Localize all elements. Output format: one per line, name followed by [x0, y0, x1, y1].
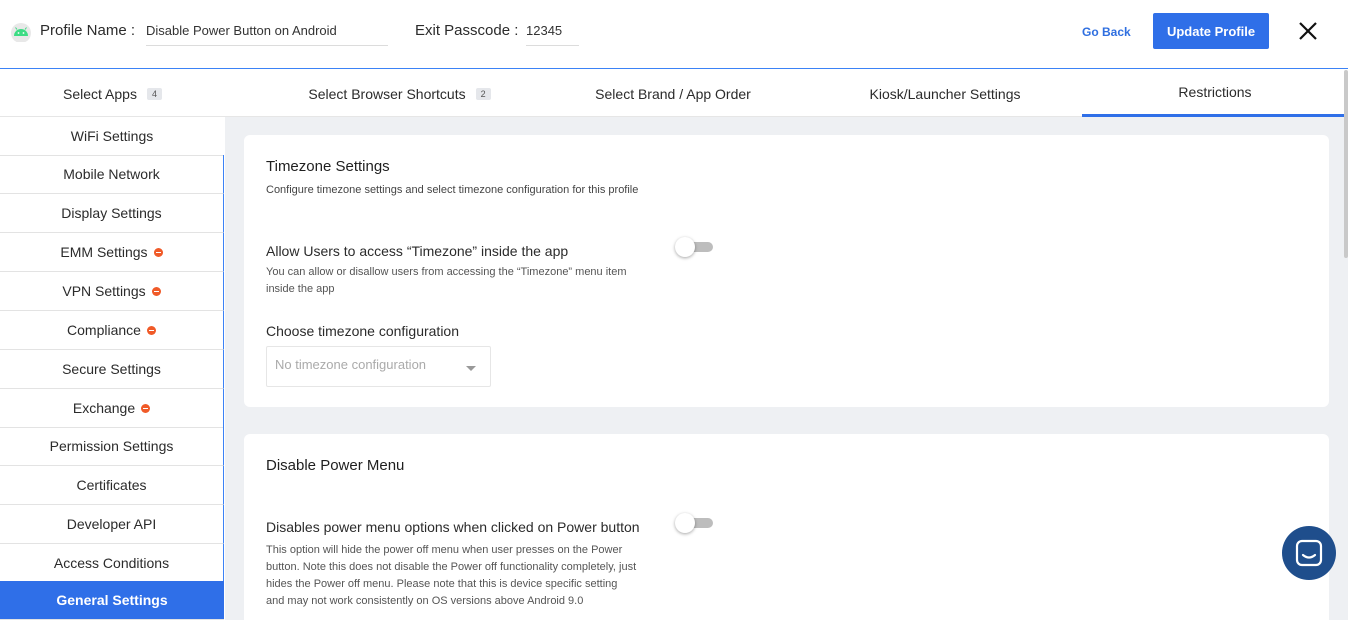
- sidebar-item-permission-settings[interactable]: Permission Settings: [0, 427, 224, 466]
- sidebar-item-secure-settings[interactable]: Secure Settings: [0, 350, 224, 389]
- sidebar-item-label: Access Conditions: [53, 555, 170, 571]
- tab-kiosk-launcher-settings[interactable]: Kiosk/Launcher Settings: [830, 70, 1060, 117]
- sidebar-item-mobile-network[interactable]: Mobile Network: [0, 155, 224, 194]
- timezone-settings-card: Timezone Settings Configure timezone set…: [244, 135, 1329, 407]
- sidebar-item-label: Display Settings: [61, 205, 162, 221]
- sidebar-item-general-settings[interactable]: General Settings: [0, 581, 224, 620]
- chevron-down-icon: [466, 366, 476, 371]
- toggle-knob: [675, 237, 695, 257]
- exit-passcode-label: Exit Passcode :: [415, 22, 519, 39]
- sidebar-item-label: EMM Settings: [60, 244, 148, 260]
- option-description: You can allow or disallow users from acc…: [266, 266, 627, 295]
- tab-count-badge: 2: [475, 87, 491, 100]
- sidebar-item-wifi-settings[interactable]: WiFi Settings: [0, 117, 224, 156]
- warning-icon: [146, 325, 156, 335]
- sidebar-item-label: Mobile Network: [63, 166, 160, 182]
- chat-support-button[interactable]: [1282, 526, 1336, 580]
- sidebar-item-label: General Settings: [56, 592, 168, 608]
- settings-sidebar: WiFi Settings Mobile Network Display Set…: [0, 117, 225, 620]
- android-icon: [11, 23, 31, 42]
- tab-label: Restrictions: [1178, 84, 1252, 100]
- main-content: Timezone Settings Configure timezone set…: [225, 117, 1348, 620]
- profile-header: Profile Name : Disable Power Button on A…: [0, 0, 1348, 69]
- warning-icon: [151, 286, 161, 296]
- tab-select-brand-app-order[interactable]: Select Brand / App Order: [558, 70, 788, 117]
- sidebar-item-compliance[interactable]: Compliance: [0, 311, 224, 350]
- page-scrollbar[interactable]: [1344, 70, 1348, 258]
- sidebar-item-label: Certificates: [76, 477, 147, 493]
- card-title: Disable Power Menu: [266, 457, 405, 474]
- sidebar-item-label: VPN Settings: [62, 283, 146, 299]
- timezone-access-toggle[interactable]: [675, 237, 715, 257]
- tab-label: Select Apps: [63, 85, 137, 102]
- sidebar-item-label: Secure Settings: [62, 361, 161, 377]
- sidebar-item-label: Exchange: [72, 400, 136, 416]
- sidebar-item-developer-api[interactable]: Developer API: [0, 505, 224, 544]
- option-description: This option will hide the power off menu…: [266, 544, 637, 607]
- card-title: Timezone Settings: [266, 158, 390, 175]
- toggle-knob: [675, 513, 695, 533]
- sidebar-item-vpn-settings[interactable]: VPN Settings: [0, 272, 224, 311]
- tab-count-badge: 4: [146, 87, 162, 100]
- sidebar-item-label: Compliance: [67, 322, 141, 338]
- tab-label: Select Browser Shortcuts: [308, 85, 466, 102]
- update-profile-button[interactable]: Update Profile: [1153, 13, 1269, 49]
- option-title: Disables power menu options when clicked…: [266, 519, 640, 535]
- warning-icon: [141, 403, 151, 413]
- profile-name-label: Profile Name :: [40, 22, 136, 39]
- profile-name-input[interactable]: Disable Power Button on Android: [146, 18, 388, 46]
- timezone-config-select[interactable]: No timezone configuration: [266, 346, 491, 387]
- sidebar-item-display-settings[interactable]: Display Settings: [0, 194, 224, 233]
- disable-power-menu-toggle[interactable]: [675, 513, 715, 533]
- option-title: Allow Users to access “Timezone” inside …: [266, 243, 569, 259]
- go-back-link[interactable]: Go Back: [1082, 25, 1131, 39]
- disable-power-menu-card: Disable Power Menu Disables power menu o…: [244, 434, 1329, 620]
- tab-select-browser-shortcuts[interactable]: Select Browser Shortcuts 2: [262, 70, 537, 117]
- card-subtitle: Configure timezone settings and select t…: [266, 184, 639, 196]
- sidebar-item-exchange[interactable]: Exchange: [0, 389, 224, 428]
- tab-select-apps[interactable]: Select Apps 4: [0, 70, 225, 117]
- choose-timezone-label: Choose timezone configuration: [266, 323, 460, 339]
- tab-restrictions[interactable]: Restrictions: [1082, 70, 1348, 117]
- sidebar-item-label: Permission Settings: [49, 438, 174, 454]
- sidebar-item-certificates[interactable]: Certificates: [0, 466, 224, 505]
- select-value: No timezone configuration: [275, 357, 427, 372]
- profile-tabs: Select Apps 4 Select Browser Shortcuts 2…: [0, 70, 1348, 117]
- close-icon[interactable]: [1297, 20, 1319, 42]
- sidebar-item-label: Developer API: [66, 516, 157, 532]
- tab-label: Select Brand / App Order: [595, 85, 751, 102]
- tab-label: Kiosk/Launcher Settings: [869, 85, 1021, 102]
- sidebar-item-emm-settings[interactable]: EMM Settings: [0, 233, 224, 272]
- sidebar-item-access-conditions[interactable]: Access Conditions: [0, 544, 224, 583]
- warning-icon: [153, 247, 163, 257]
- sidebar-item-label: WiFi Settings: [70, 128, 154, 144]
- chat-icon: [1295, 539, 1323, 567]
- exit-passcode-input[interactable]: 12345: [526, 18, 579, 46]
